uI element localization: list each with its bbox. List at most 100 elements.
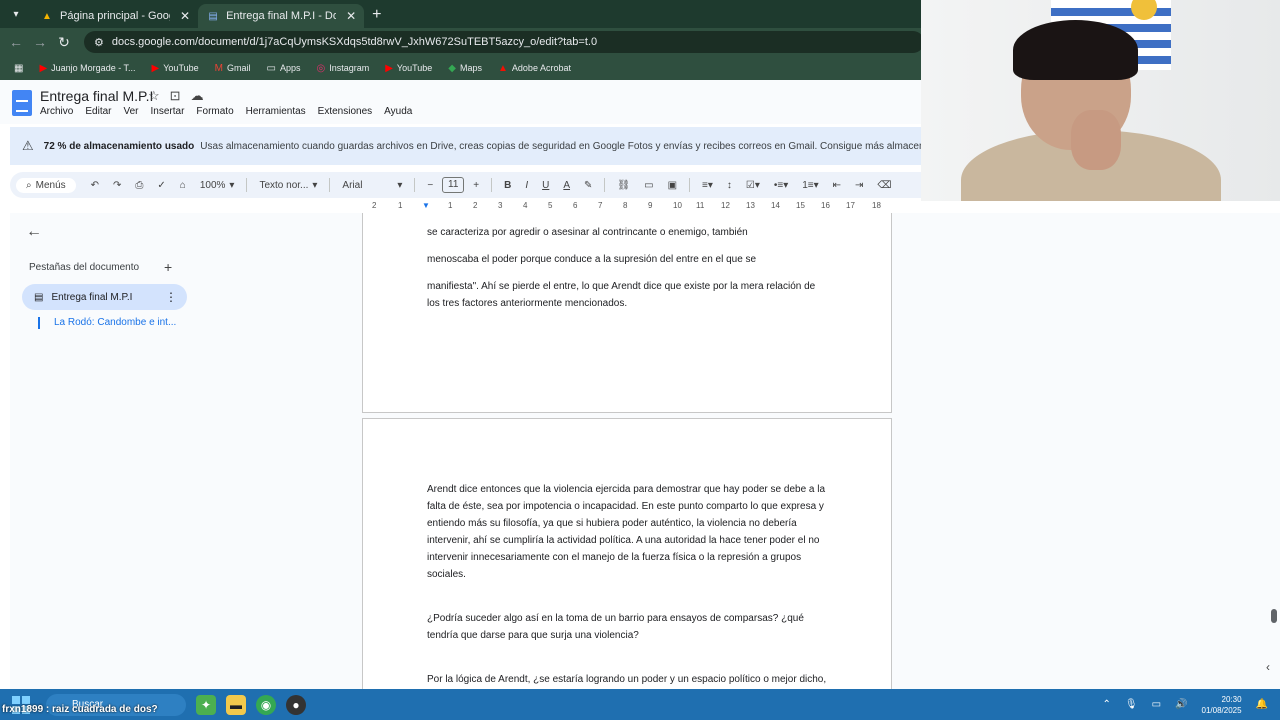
- notifications-icon[interactable]: 🔔: [1256, 699, 1268, 710]
- bookmark-item[interactable]: ▶ Juanjo Morgade - T...: [33, 63, 141, 74]
- more-options-icon[interactable]: ⋮: [165, 290, 177, 304]
- paragraph-line: se caracteriza por agredir o asesinar al…: [427, 227, 748, 238]
- indent-marker-icon[interactable]: ▼: [422, 201, 430, 210]
- bulleted-list-icon[interactable]: •≡▾: [769, 180, 793, 191]
- menu-insertar[interactable]: Insertar: [151, 106, 185, 117]
- menus-search[interactable]: ⌕ Menús: [16, 177, 76, 193]
- browser-tab-drive[interactable]: ▲ Página principal - Google Drive ✕: [32, 4, 198, 28]
- back-icon[interactable]: ←: [4, 34, 28, 50]
- bookmark-item[interactable]: ▶ YouTube: [379, 63, 438, 74]
- apps-grid-icon[interactable]: ▦: [8, 63, 29, 74]
- highlight-icon[interactable]: ✎: [579, 180, 597, 191]
- sidebar-tab-entrega[interactable]: ▤ Entrega final M.P.I ⋮: [22, 284, 187, 310]
- microphone-icon[interactable]: 🎙: [1125, 699, 1138, 710]
- tab-title: Entrega final M.P.I - Documento: [226, 10, 337, 22]
- document-page-2[interactable]: Arendt dice entonces que la violencia ej…: [362, 418, 892, 689]
- increase-font-icon[interactable]: +: [468, 180, 484, 191]
- volume-icon[interactable]: 🔊: [1175, 699, 1187, 710]
- increase-indent-icon[interactable]: ⇥: [850, 180, 868, 191]
- menu-bar: Archivo Editar Ver Insertar Formato Herr…: [40, 106, 412, 117]
- storage-used-label: 72 % de almacenamiento usado: [43, 140, 195, 152]
- forward-icon[interactable]: →: [28, 34, 52, 50]
- clock[interactable]: 20:30 01/08/2025: [1202, 694, 1242, 716]
- undo-icon[interactable]: ↶: [86, 180, 104, 191]
- font-size-input[interactable]: 11: [442, 177, 465, 193]
- bookmark-item[interactable]: ◎ Instagram: [310, 63, 375, 74]
- reload-icon[interactable]: ↻: [52, 34, 76, 51]
- scrollbar-thumb[interactable]: [1271, 609, 1277, 623]
- streamer-image: [961, 20, 1221, 201]
- checklist-icon[interactable]: ☑▾: [741, 180, 765, 191]
- chevron-down-icon: ▾: [397, 179, 403, 191]
- bookmark-item[interactable]: M Gmail: [209, 63, 257, 74]
- file-explorer-icon[interactable]: ▬: [226, 694, 246, 715]
- chevron-down-icon: ▾: [229, 179, 235, 191]
- bookmark-item[interactable]: ▶ YouTube: [146, 63, 205, 74]
- decrease-indent-icon[interactable]: ⇤: [828, 180, 846, 191]
- italic-icon[interactable]: I: [520, 180, 533, 191]
- add-tab-icon[interactable]: +: [164, 259, 172, 275]
- cloud-status-icon[interactable]: ☁: [191, 88, 204, 104]
- paint-format-icon[interactable]: ⌂: [175, 180, 191, 191]
- zoom-select[interactable]: 100% ▾: [195, 180, 240, 191]
- text-color-icon[interactable]: A: [558, 180, 575, 191]
- sidebar-tab-label: Entrega final M.P.I: [51, 291, 133, 303]
- paragraph: Por la lógica de Arendt, ¿se estaría log…: [427, 674, 827, 685]
- back-arrow-icon[interactable]: ←: [26, 223, 42, 241]
- move-icon[interactable]: ⊡: [170, 88, 181, 104]
- font-select[interactable]: Arial ▾: [337, 180, 407, 191]
- menu-archivo[interactable]: Archivo: [40, 106, 73, 117]
- toolbar-divider: [604, 178, 606, 192]
- clear-formatting-icon[interactable]: ⌫: [872, 180, 896, 191]
- document-title[interactable]: Entrega final M.P.I: [40, 88, 153, 104]
- browser-tab-doc[interactable]: ▤ Entrega final M.P.I - Documento ✕: [198, 4, 365, 28]
- line-spacing-icon[interactable]: ↕: [722, 180, 737, 191]
- chevron-up-icon[interactable]: ⌃: [1103, 699, 1111, 710]
- bookmark-item[interactable]: ◆ Maps: [442, 63, 488, 74]
- document-page-1[interactable]: se caracteriza por agredir o asesinar al…: [362, 213, 892, 413]
- menu-herramientas[interactable]: Herramientas: [246, 106, 306, 117]
- chrome-icon[interactable]: ◉: [256, 694, 276, 715]
- underline-icon[interactable]: U: [537, 180, 554, 191]
- paragraph-style-select[interactable]: Texto nor... ▾: [254, 180, 322, 191]
- tab-title: Página principal - Google Drive: [60, 10, 170, 22]
- widgets-icon[interactable]: ✦: [196, 694, 216, 715]
- title-icons: ☆ ⊡ ☁: [148, 88, 204, 104]
- docs-icon: ▤: [208, 10, 218, 22]
- menu-ayuda[interactable]: Ayuda: [384, 106, 412, 117]
- menu-editar[interactable]: Editar: [85, 106, 111, 117]
- toolbar-divider: [329, 178, 331, 192]
- new-tab-icon[interactable]: +: [372, 6, 381, 24]
- link-icon[interactable]: ⛓: [612, 180, 635, 191]
- bold-icon[interactable]: B: [499, 180, 516, 191]
- image-icon[interactable]: ▣: [663, 180, 682, 191]
- spellcheck-icon[interactable]: ✓: [152, 180, 170, 191]
- tab-search-icon[interactable]: ▾: [4, 2, 28, 26]
- align-icon[interactable]: ≡▾: [697, 180, 718, 191]
- site-info-icon[interactable]: ⚙: [94, 36, 104, 49]
- bookmark-item[interactable]: ▭ Apps: [260, 63, 306, 74]
- url-field[interactable]: ⚙ docs.google.com/document/d/1j7aCqUymsK…: [84, 31, 924, 53]
- comment-icon[interactable]: ▭: [639, 180, 658, 191]
- paragraph: Arendt dice entonces que la violencia ej…: [427, 484, 826, 580]
- close-tab-icon[interactable]: ✕: [346, 9, 356, 23]
- sidebar-tab-la-rodo[interactable]: La Rodó: Candombe e int...: [38, 317, 176, 329]
- decrease-font-icon[interactable]: −: [422, 180, 438, 191]
- horizontal-ruler[interactable]: 2 1 ▼ 1 2 3 4 5 6 7 8 9 10 11 12 13 14 1…: [362, 200, 892, 213]
- menu-formato[interactable]: Formato: [196, 106, 233, 117]
- search-icon: ⌕: [26, 179, 32, 191]
- bookmark-item[interactable]: ▲ Adobe Acrobat: [492, 63, 577, 74]
- numbered-list-icon[interactable]: 1≡▾: [797, 180, 823, 191]
- close-tab-icon[interactable]: ✕: [180, 9, 190, 23]
- obs-icon[interactable]: ●: [286, 694, 306, 715]
- print-icon[interactable]: ⎙: [130, 180, 148, 191]
- storage-banner-text: Usas almacenamiento cuando guardas archi…: [200, 140, 952, 152]
- chevron-left-icon[interactable]: ‹: [1266, 660, 1270, 674]
- toolbar-divider: [414, 178, 416, 192]
- network-icon[interactable]: ▭: [1152, 699, 1161, 710]
- menu-extensiones[interactable]: Extensiones: [318, 106, 372, 117]
- menu-ver[interactable]: Ver: [123, 106, 138, 117]
- docs-logo-icon[interactable]: [12, 90, 32, 116]
- star-icon[interactable]: ☆: [148, 88, 160, 104]
- redo-icon[interactable]: ↷: [108, 180, 126, 191]
